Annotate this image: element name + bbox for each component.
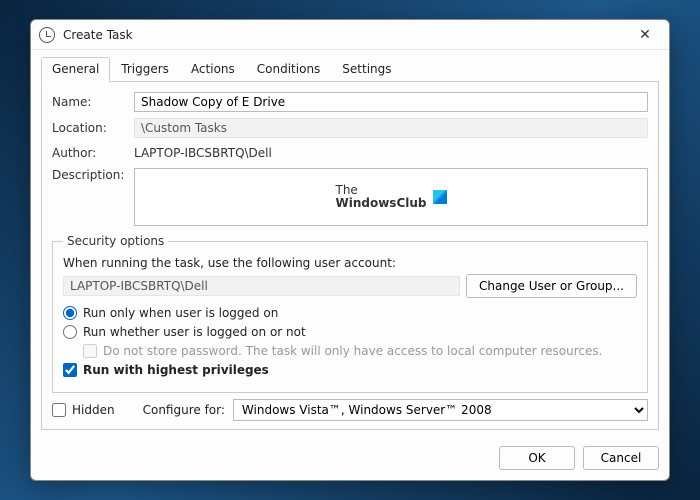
tab-general-content: Name: Location: \Custom Tasks Author: LA… bbox=[41, 82, 659, 430]
check-no-store-pw-label: Do not store password. The task will onl… bbox=[103, 344, 602, 358]
configure-label: Configure for: bbox=[143, 403, 225, 417]
check-no-store-pw-input bbox=[83, 344, 97, 358]
description-input[interactable]: The WindowsClub bbox=[134, 168, 648, 226]
radio-logged-on[interactable]: Run only when user is logged on bbox=[63, 306, 637, 320]
dialog-body: General Triggers Actions Conditions Sett… bbox=[31, 50, 669, 438]
tab-actions[interactable]: Actions bbox=[180, 57, 246, 82]
window-title: Create Task bbox=[63, 28, 629, 42]
security-options: Security options When running the task, … bbox=[52, 234, 648, 393]
clock-icon bbox=[39, 27, 55, 43]
tab-settings[interactable]: Settings bbox=[331, 57, 402, 82]
check-highest-priv-input[interactable] bbox=[63, 363, 77, 377]
ok-button[interactable]: OK bbox=[499, 446, 575, 470]
location-label: Location: bbox=[52, 121, 128, 135]
titlebar: Create Task ✕ bbox=[31, 20, 669, 50]
tab-conditions[interactable]: Conditions bbox=[246, 57, 332, 82]
watermark: The WindowsClub bbox=[335, 184, 446, 210]
check-no-store-pw: Do not store password. The task will onl… bbox=[83, 344, 637, 358]
configure-select[interactable]: Windows Vista™, Windows Server™ 2008 bbox=[233, 399, 648, 421]
author-label: Author: bbox=[52, 146, 128, 160]
dialog-footer: OK Cancel bbox=[31, 438, 669, 480]
run-as-label: When running the task, use the following… bbox=[63, 256, 637, 270]
radio-whether-input[interactable] bbox=[63, 325, 77, 339]
security-legend: Security options bbox=[63, 234, 168, 248]
radio-whether-label: Run whether user is logged on or not bbox=[83, 325, 306, 339]
tab-general[interactable]: General bbox=[41, 57, 110, 82]
name-input[interactable] bbox=[134, 92, 648, 112]
cancel-button[interactable]: Cancel bbox=[583, 446, 659, 470]
check-hidden-label: Hidden bbox=[72, 403, 115, 417]
radio-logged-on-label: Run only when user is logged on bbox=[83, 306, 278, 320]
radio-whether[interactable]: Run whether user is logged on or not bbox=[63, 325, 637, 339]
author-value: LAPTOP-IBCSBRTQ\Dell bbox=[134, 144, 648, 162]
check-hidden-input[interactable] bbox=[52, 403, 66, 417]
location-value: \Custom Tasks bbox=[134, 118, 648, 138]
change-user-button[interactable]: Change User or Group... bbox=[466, 274, 637, 298]
check-highest-priv[interactable]: Run with highest privileges bbox=[63, 363, 637, 377]
account-value: LAPTOP-IBCSBRTQ\Dell bbox=[63, 276, 460, 296]
check-highest-priv-label: Run with highest privileges bbox=[83, 363, 269, 377]
close-icon[interactable]: ✕ bbox=[629, 23, 661, 47]
create-task-dialog: Create Task ✕ General Triggers Actions C… bbox=[30, 19, 670, 481]
tab-triggers[interactable]: Triggers bbox=[110, 57, 180, 82]
name-label: Name: bbox=[52, 95, 128, 109]
windows-logo-icon bbox=[433, 190, 447, 204]
brand-line2: WindowsClub bbox=[335, 197, 426, 210]
check-hidden[interactable]: Hidden bbox=[52, 403, 115, 417]
tab-strip: General Triggers Actions Conditions Sett… bbox=[41, 56, 659, 82]
radio-logged-on-input[interactable] bbox=[63, 306, 77, 320]
description-label: Description: bbox=[52, 168, 128, 182]
